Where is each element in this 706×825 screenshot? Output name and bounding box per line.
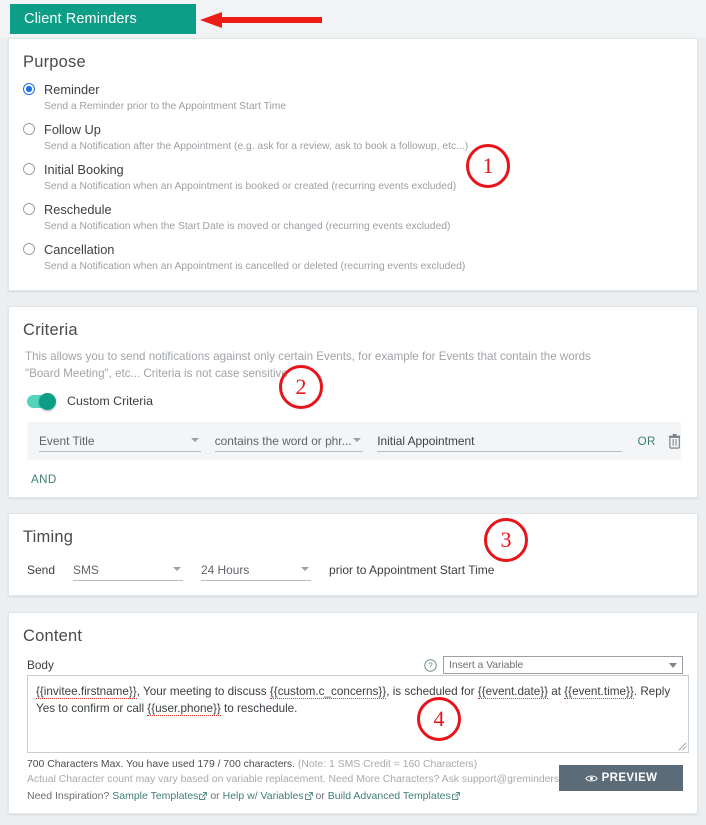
radio-dot-icon[interactable] bbox=[23, 123, 35, 135]
criteria-card: Criteria This allows you to send notific… bbox=[8, 306, 698, 498]
criteria-and-button[interactable]: AND bbox=[31, 473, 57, 486]
purpose-radio-group: Reminder Send a Reminder prior to the Ap… bbox=[9, 72, 697, 274]
body-static-text: at bbox=[548, 685, 565, 698]
external-link-icon bbox=[199, 792, 208, 800]
trash-icon[interactable] bbox=[668, 433, 681, 449]
variable-token: {{event.time}} bbox=[564, 685, 634, 699]
timing-title: Timing bbox=[23, 528, 74, 546]
character-counter-note: (Note: 1 SMS Credit = 160 Characters) bbox=[297, 759, 478, 770]
character-counter: 700 Characters Max. You have used 179 / … bbox=[27, 759, 477, 770]
radio-dot-icon[interactable] bbox=[23, 83, 35, 95]
variable-token: {{user.phone}} bbox=[147, 702, 221, 716]
criteria-field-value: Event Title bbox=[39, 433, 95, 448]
radio-dot-icon[interactable] bbox=[23, 243, 35, 255]
timing-method-value: SMS bbox=[73, 562, 99, 577]
criteria-operator-value: contains the word or phr... bbox=[214, 433, 352, 448]
radio-option-initial-booking[interactable]: Initial Booking Send a Notification when… bbox=[23, 160, 697, 194]
external-link-icon bbox=[304, 792, 313, 800]
radio-option-follow-up[interactable]: Follow Up Send a Notification after the … bbox=[23, 120, 697, 154]
links-prefix: Need Inspiration? bbox=[27, 790, 110, 802]
body-label: Body bbox=[27, 658, 54, 672]
criteria-field-select[interactable]: Event Title bbox=[39, 430, 201, 452]
radio-label: Reminder bbox=[44, 81, 100, 97]
radio-option-cancellation[interactable]: Cancellation Send a Notification when an… bbox=[23, 240, 697, 274]
link-sample-templates[interactable]: Sample Templates bbox=[112, 790, 198, 802]
timing-leadtime-value: 24 Hours bbox=[201, 562, 250, 577]
timing-suffix-label: prior to Appointment Start Time bbox=[329, 563, 495, 577]
timing-method-select[interactable]: SMS bbox=[73, 559, 184, 581]
links-separator: or bbox=[315, 790, 325, 802]
svg-text:?: ? bbox=[428, 661, 433, 670]
criteria-operator-select[interactable]: contains the word or phr... bbox=[214, 430, 364, 452]
criteria-value-text: Initial Appointment bbox=[377, 433, 475, 448]
radio-description: Send a Notification when an Appointment … bbox=[44, 181, 457, 192]
radio-description: Send a Notification after the Appointmen… bbox=[44, 141, 469, 152]
character-counter-secondary: Actual Character count may vary based on… bbox=[27, 774, 582, 785]
radio-description: Send a Notification when the Start Date … bbox=[44, 221, 451, 232]
tab-label: Client Reminders bbox=[24, 11, 137, 27]
radio-description: Send a Notification when an Appointment … bbox=[44, 261, 466, 272]
variable-token: {{custom.c_concerns}} bbox=[269, 685, 387, 699]
purpose-card: Purpose Reminder Send a Reminder prior t… bbox=[8, 38, 698, 291]
criteria-description: This allows you to send notifications ag… bbox=[25, 350, 591, 380]
chevron-down-icon bbox=[669, 663, 677, 668]
chevron-down-icon bbox=[301, 567, 310, 571]
body-textarea[interactable]: {{invitee.firstname}}, Your meeting to d… bbox=[27, 675, 689, 753]
helper-links: Need Inspiration? Sample Templates or He… bbox=[27, 790, 460, 802]
chevron-down-icon bbox=[353, 438, 362, 442]
content-card: Content Body ? Insert a Variable {{invit… bbox=[8, 612, 698, 814]
custom-criteria-toggle-row[interactable]: Custom Criteria bbox=[9, 382, 697, 410]
timing-row: Send SMS 24 Hours prior to Appointment S… bbox=[9, 547, 697, 581]
external-link-icon bbox=[451, 792, 460, 800]
variable-token: {{event.date}} bbox=[477, 685, 549, 699]
insert-variable-select[interactable]: Insert a Variable bbox=[443, 656, 683, 674]
criteria-value-input[interactable]: Initial Appointment bbox=[377, 430, 622, 452]
link-help-variables[interactable]: Help w/ Variables bbox=[223, 790, 304, 802]
timing-send-label: Send bbox=[27, 563, 56, 577]
question-mark-icon[interactable]: ? bbox=[424, 658, 437, 672]
header-bar: Client Reminders bbox=[0, 0, 706, 38]
chevron-down-icon bbox=[173, 567, 182, 571]
character-counter-strong: 700 Characters Max. You have used 179 / … bbox=[27, 759, 296, 770]
criteria-or-button[interactable]: OR bbox=[638, 435, 656, 448]
tab-client-reminders[interactable]: Client Reminders bbox=[10, 4, 196, 34]
preview-button[interactable]: PREVIEW bbox=[559, 765, 683, 791]
purpose-title: Purpose bbox=[23, 53, 86, 71]
radio-label: Reschedule bbox=[44, 201, 112, 217]
radio-dot-icon[interactable] bbox=[23, 163, 35, 175]
link-build-advanced-templates[interactable]: Build Advanced Templates bbox=[328, 790, 451, 802]
content-title: Content bbox=[23, 627, 83, 645]
variable-token: {{invitee.firstname}} bbox=[36, 685, 137, 699]
radio-dot-icon[interactable] bbox=[23, 203, 35, 215]
radio-option-reschedule[interactable]: Reschedule Send a Notification when the … bbox=[23, 200, 697, 234]
radio-label: Cancellation bbox=[44, 241, 115, 257]
radio-label: Follow Up bbox=[44, 121, 101, 137]
radio-label: Initial Booking bbox=[44, 161, 124, 177]
chevron-down-icon bbox=[190, 438, 199, 442]
body-static-text: , is scheduled for bbox=[386, 685, 478, 698]
timing-card: Timing Send SMS 24 Hours prior to Appoin… bbox=[8, 513, 698, 596]
insert-variable-placeholder: Insert a Variable bbox=[449, 659, 524, 671]
body-static-text: to reschedule. bbox=[220, 702, 298, 715]
custom-criteria-label: Custom Criteria bbox=[67, 394, 154, 408]
preview-button-label: PREVIEW bbox=[601, 772, 658, 784]
client-reminders-page: Client Reminders Purpose Reminder Send a… bbox=[0, 0, 706, 825]
links-separator: or bbox=[210, 790, 220, 802]
radio-description: Send a Reminder prior to the Appointment… bbox=[44, 101, 287, 112]
red-left-arrow-annotation bbox=[200, 12, 322, 28]
eye-icon bbox=[584, 775, 598, 781]
radio-option-reminder[interactable]: Reminder Send a Reminder prior to the Ap… bbox=[23, 80, 697, 114]
criteria-title: Criteria bbox=[23, 321, 78, 339]
timing-leadtime-select[interactable]: 24 Hours bbox=[201, 559, 312, 581]
custom-criteria-toggle[interactable] bbox=[27, 392, 56, 410]
body-static-text: , Your meeting to discuss bbox=[136, 685, 270, 698]
criteria-rule-row: Event Title contains the word or phr... … bbox=[27, 422, 681, 460]
resize-handle[interactable] bbox=[677, 741, 687, 751]
body-row: Body ? Insert a Variable bbox=[9, 646, 697, 674]
